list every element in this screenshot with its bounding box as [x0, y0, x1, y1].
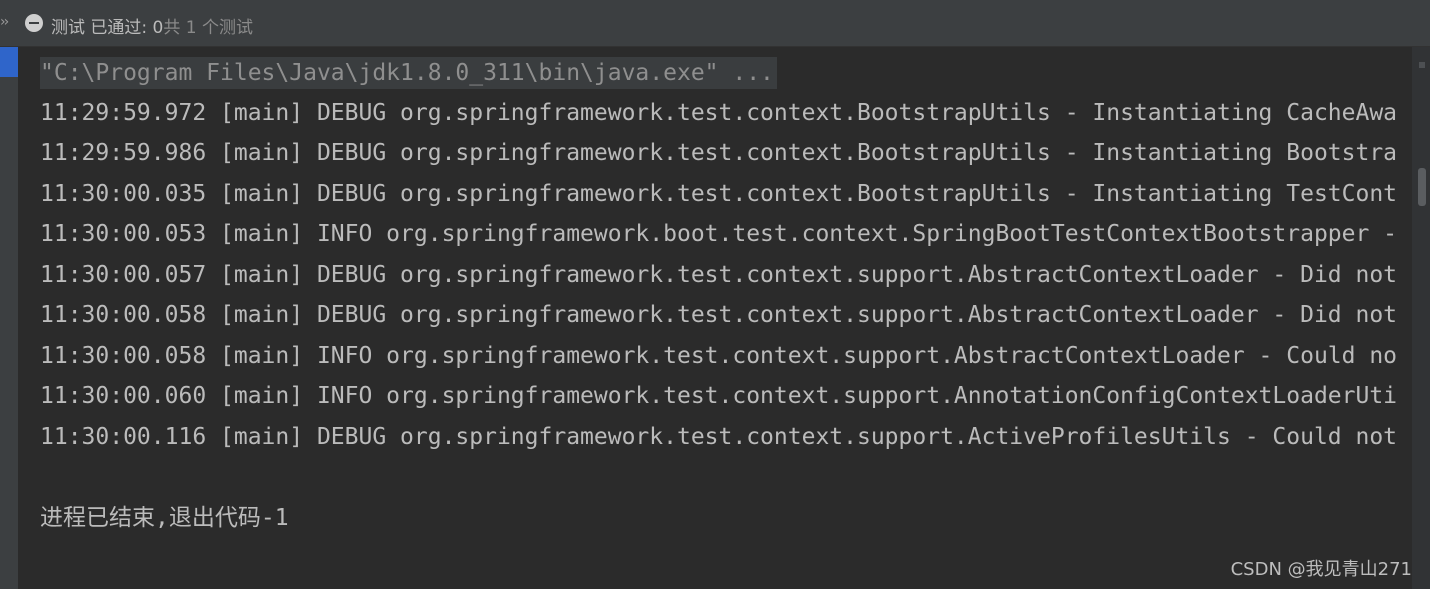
csdn-watermark: CSDN @我见青山271 — [1230, 559, 1412, 580]
gutter-selection-marker — [0, 47, 18, 77]
test-status-summary: 测试 已通过: 0共 1 个测试 — [51, 13, 253, 38]
log-line: 11:29:59.986 [main] DEBUG org.springfram… — [40, 140, 1398, 166]
java-command: "C:\Program Files\Java\jdk1.8.0_311\bin\… — [40, 57, 777, 89]
log-line: 11:30:00.058 [main] INFO org.springframe… — [40, 343, 1398, 369]
log-line: 11:29:59.972 [main] DEBUG org.springfram… — [40, 100, 1398, 126]
test-status-total: 共 1 个测试 — [163, 18, 253, 38]
console-scrollbar-track[interactable] — [1412, 47, 1430, 589]
console-command-line: "C:\Program Files\Java\jdk1.8.0_311\bin\… — [40, 53, 1412, 93]
process-exit-message: 进程已结束,退出代码-1 — [40, 505, 289, 531]
log-line: 11:30:00.058 [main] DEBUG org.springfram… — [40, 302, 1398, 328]
left-gutter — [0, 47, 18, 589]
test-results-toolbar: ›› 测试 已通过: 0共 1 个测试 — [0, 0, 1430, 47]
expand-chevron-icon[interactable]: ›› — [0, 14, 9, 30]
log-line: 11:30:00.035 [main] DEBUG org.springfram… — [40, 181, 1398, 207]
log-line: 11:30:00.053 [main] INFO org.springframe… — [40, 221, 1398, 247]
scrollbar-thumb[interactable] — [1418, 168, 1426, 206]
scrollbar-marker — [1419, 62, 1425, 68]
test-status-passed: 测试 已通过: 0 — [51, 18, 164, 38]
log-line: 11:30:00.116 [main] DEBUG org.springfram… — [40, 424, 1398, 450]
console-output[interactable]: "C:\Program Files\Java\jdk1.8.0_311\bin\… — [22, 47, 1412, 589]
log-line: 11:30:00.060 [main] INFO org.springframe… — [40, 383, 1398, 409]
log-line: 11:30:00.057 [main] DEBUG org.springfram… — [40, 262, 1398, 288]
minus-circle-icon — [25, 14, 43, 32]
